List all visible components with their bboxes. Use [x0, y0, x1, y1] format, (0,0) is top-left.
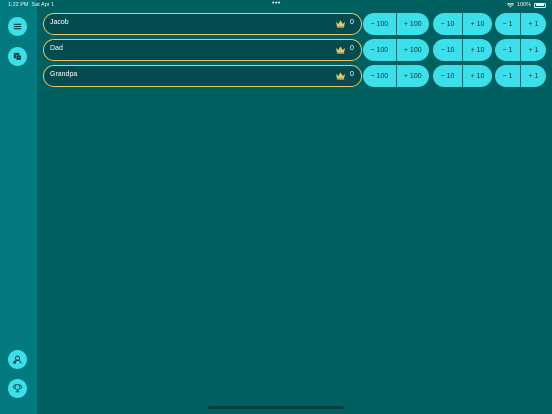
ones-stepper: − 1 + 1 — [495, 39, 546, 61]
trophy-button[interactable] — [8, 379, 27, 398]
player-name: Jacob — [50, 19, 69, 26]
player-row: Jacob 0 − 100 + 100 − 10 + 10 − 1 + 1 — [43, 13, 552, 35]
player-card[interactable]: Jacob 0 — [43, 13, 362, 35]
add-player-button[interactable] — [8, 350, 27, 369]
dice-icon — [13, 52, 22, 61]
tens-stepper: − 10 + 10 — [433, 39, 492, 61]
minus-100-button[interactable]: − 100 — [363, 65, 397, 87]
plus-10-button[interactable]: + 10 — [463, 13, 492, 35]
ones-stepper: − 1 + 1 — [495, 13, 546, 35]
minus-10-button[interactable]: − 10 — [433, 65, 463, 87]
status-time: 1:22 PM Sat Apr 1 — [8, 2, 55, 8]
player-name: Dad — [50, 45, 63, 52]
player-score: 0 — [350, 71, 354, 78]
dice-button[interactable] — [8, 47, 27, 66]
minus-100-button[interactable]: − 100 — [363, 13, 397, 35]
home-indicator[interactable] — [208, 406, 344, 409]
sidebar — [0, 0, 37, 414]
battery-icon — [534, 2, 546, 8]
player-row: Grandpa 0 − 100 + 100 − 10 + 10 − 1 + 1 — [43, 65, 552, 87]
battery-percent: 100% — [516, 2, 531, 8]
minus-1-button[interactable]: − 1 — [495, 65, 521, 87]
player-name: Grandpa — [50, 71, 78, 78]
minus-1-button[interactable]: − 1 — [495, 39, 521, 61]
plus-1-button[interactable]: + 1 — [521, 39, 546, 61]
player-score: 0 — [350, 19, 354, 26]
plus-100-button[interactable]: + 100 — [397, 65, 430, 87]
tens-stepper: − 10 + 10 — [433, 13, 492, 35]
status-right: 100% — [506, 2, 546, 8]
plus-100-button[interactable]: + 100 — [397, 39, 430, 61]
wifi-icon — [506, 2, 514, 7]
menu-button[interactable] — [8, 17, 27, 36]
crown-icon — [336, 72, 345, 80]
crown-icon — [336, 46, 345, 54]
multitasking-dots[interactable]: ••• — [272, 0, 281, 7]
trophy-icon — [12, 384, 23, 393]
plus-1-button[interactable]: + 1 — [521, 13, 546, 35]
status-bar: 1:22 PM Sat Apr 1 ••• 100% — [0, 0, 552, 11]
plus-100-button[interactable]: + 100 — [397, 13, 430, 35]
crown-icon — [336, 20, 345, 28]
minus-10-button[interactable]: − 10 — [433, 13, 463, 35]
plus-10-button[interactable]: + 10 — [463, 39, 492, 61]
person-add-icon — [13, 355, 22, 364]
hamburger-menu-icon — [13, 23, 22, 30]
ones-stepper: − 1 + 1 — [495, 65, 546, 87]
minus-1-button[interactable]: − 1 — [495, 13, 521, 35]
hundreds-stepper: − 100 + 100 — [363, 39, 429, 61]
player-card[interactable]: Grandpa 0 — [43, 65, 362, 87]
hundreds-stepper: − 100 + 100 — [363, 13, 429, 35]
minus-10-button[interactable]: − 10 — [433, 39, 463, 61]
player-row: Dad 0 − 100 + 100 − 10 + 10 − 1 + 1 — [43, 39, 552, 61]
player-card[interactable]: Dad 0 — [43, 39, 362, 61]
hundreds-stepper: − 100 + 100 — [363, 65, 429, 87]
player-score: 0 — [350, 45, 354, 52]
plus-10-button[interactable]: + 10 — [463, 65, 492, 87]
minus-100-button[interactable]: − 100 — [363, 39, 397, 61]
tens-stepper: − 10 + 10 — [433, 65, 492, 87]
plus-1-button[interactable]: + 1 — [521, 65, 546, 87]
